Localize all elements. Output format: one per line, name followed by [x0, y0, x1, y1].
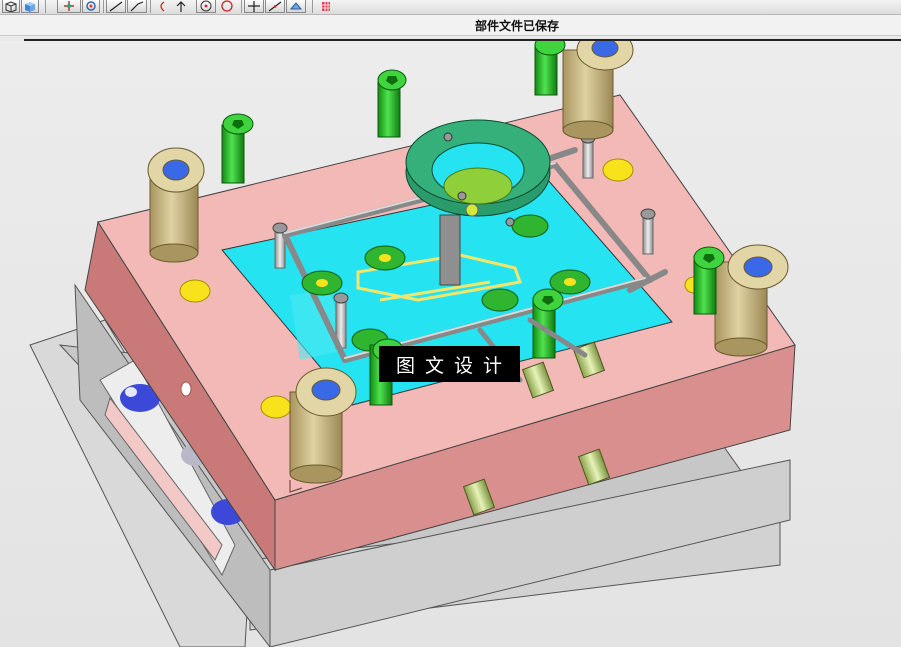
- circle-point-icon: [200, 0, 212, 12]
- view-orient-icon: [289, 2, 303, 10]
- toolbar-separator: [103, 0, 104, 13]
- grid-tool-button[interactable]: [319, 0, 335, 13]
- yellow-marker: [602, 158, 634, 182]
- rotate-icon: [86, 1, 96, 11]
- polyline-tool-button[interactable]: [127, 0, 147, 13]
- guide-bushing-base: [714, 337, 768, 357]
- rotate-view-button[interactable]: [82, 0, 100, 13]
- guide-bushing-base: [289, 464, 343, 484]
- spline-icon: [268, 1, 282, 12]
- molded-part: [481, 288, 519, 312]
- watermark-label: 图文设计: [379, 346, 520, 382]
- yellow-marker: [260, 395, 292, 419]
- grid-icon: [322, 2, 330, 11]
- circle-center-button[interactable]: [196, 0, 216, 13]
- toolbar-separator: [241, 0, 242, 13]
- cube-wire-icon: [5, 1, 17, 12]
- toolbar-separator: [312, 0, 313, 13]
- status-message: 部件文件已保存: [475, 19, 560, 33]
- guide-bushing-bore: [162, 159, 190, 181]
- toolbar: [0, 0, 901, 15]
- pin-head: [333, 292, 349, 304]
- arc-icon: [160, 1, 165, 12]
- arc-tool-button[interactable]: [154, 0, 172, 13]
- pan-view-button[interactable]: [57, 0, 81, 13]
- pin-head: [272, 222, 288, 234]
- guide-bushing-bore: [311, 379, 341, 401]
- spline-tool-button[interactable]: [265, 0, 285, 13]
- sprue-bushing-head: [443, 167, 513, 205]
- line-icon: [109, 1, 123, 12]
- ejector-spring: [125, 387, 137, 397]
- toolbar-separator: [45, 0, 46, 13]
- axis-tool-button[interactable]: [244, 0, 264, 13]
- part-center: [564, 278, 576, 286]
- view-orient-button[interactable]: [286, 0, 306, 13]
- yellow-marker: [179, 279, 211, 303]
- guide-bushing-bore: [591, 41, 619, 58]
- view-cube-solid-button[interactable]: [21, 0, 39, 13]
- ring-screw: [443, 132, 453, 142]
- part-center: [316, 279, 328, 287]
- clamp-plate-hole: [180, 381, 192, 397]
- pick-point-button[interactable]: [173, 0, 191, 13]
- polyline-icon: [130, 1, 144, 12]
- return-pin: [642, 213, 654, 255]
- guide-bushing-bore: [743, 256, 773, 278]
- circle-tool-button[interactable]: [218, 0, 238, 13]
- status-bar: 部件文件已保存: [0, 15, 901, 36]
- line-tool-button[interactable]: [106, 0, 126, 13]
- circle-icon: [221, 0, 233, 12]
- mold-assembly-model: [29, 41, 796, 647]
- ring-screw: [457, 191, 467, 201]
- pick-icon: [176, 1, 186, 12]
- guide-bushing-base: [149, 243, 199, 263]
- toolbar-separator: [150, 0, 151, 13]
- cube-solid-icon: [25, 2, 35, 12]
- 3d-viewport[interactable]: 图文设计: [0, 41, 901, 647]
- sprue-gate: [465, 203, 479, 217]
- part-center: [379, 254, 391, 262]
- sprue-bushing: [439, 214, 461, 286]
- molded-part: [511, 214, 549, 238]
- view-cube-wire-button[interactable]: [2, 0, 20, 13]
- pin-head: [640, 208, 656, 220]
- guide-bushing-base: [562, 120, 614, 140]
- ring-screw: [505, 217, 515, 227]
- pan-arrows-icon: [64, 1, 74, 11]
- cross-axis-icon: [248, 1, 260, 12]
- return-pin: [582, 137, 594, 179]
